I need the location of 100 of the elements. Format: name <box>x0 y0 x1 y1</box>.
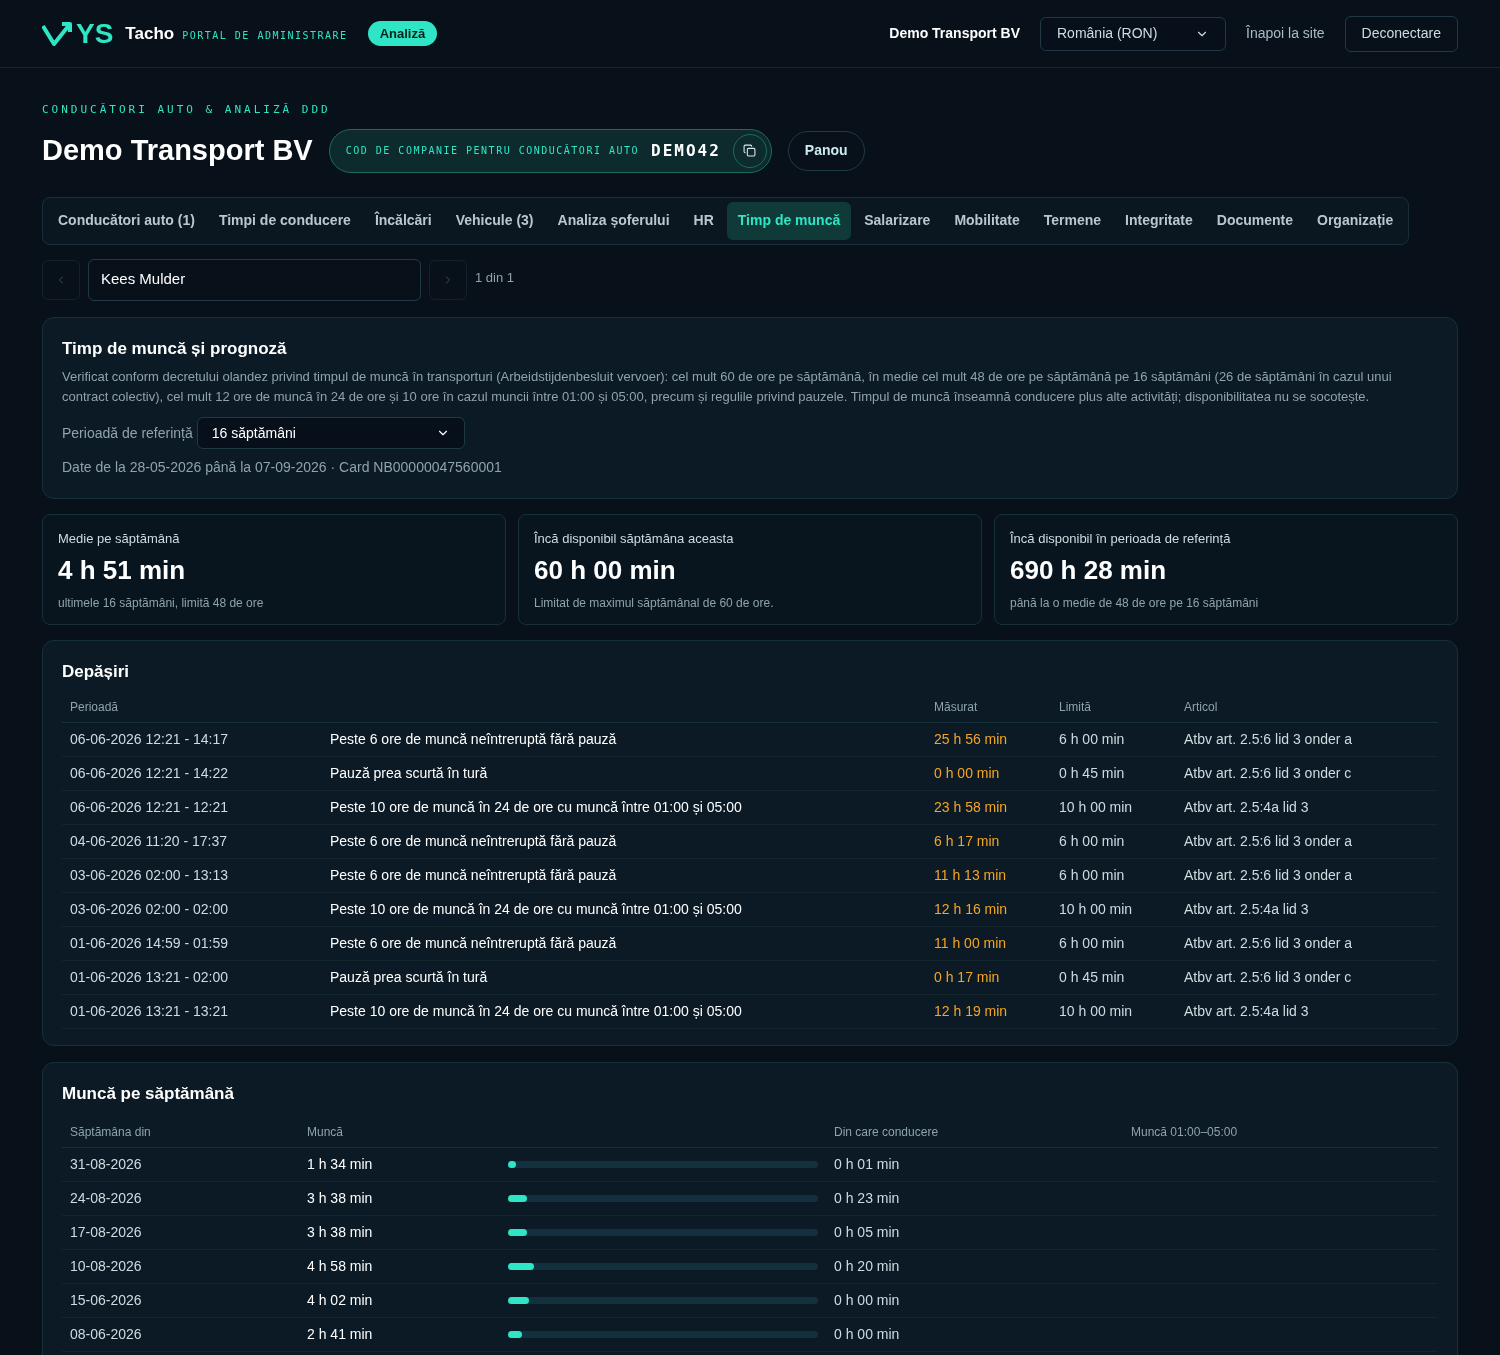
table-cell-text: 0 h 23 min <box>834 1188 901 1208</box>
table-cell-text: Peste 10 ore de muncă în 24 de ore cu muncă între 01:00 și 05:00 <box>330 798 743 817</box>
stat-note: ultimele 16 săptămâni, limită 48 de ore <box>58 594 265 612</box>
country-select[interactable]: România (RON) <box>1040 16 1226 51</box>
company-name: Demo Transport BV <box>889 24 1020 43</box>
tab[interactable]: Conducători auto (1) <box>47 201 206 240</box>
tab[interactable]: Vehicule (3) <box>444 201 545 240</box>
column-header: Din care conducere <box>834 1123 940 1141</box>
table-cell-text: Peste 10 ore de muncă în 24 de ore cu muncă între 01:00 și 05:00 <box>330 1002 743 1021</box>
tab[interactable]: Analiza șoferului <box>546 201 681 240</box>
table-cell-text: 12 h 19 min <box>934 1002 1009 1021</box>
table-cell-text: 01-06-2026 14:59 - 01:59 <box>70 934 229 953</box>
table-cell-text: 17-08-2026 <box>70 1222 143 1242</box>
period-label: Perioadă de referință <box>62 423 193 443</box>
table-cell-text: Atbv art. 2.5:6 lid 3 onder a <box>1184 832 1354 851</box>
table-cell-text: 11 h 13 min <box>934 866 1008 885</box>
page-title: Demo Transport BV <box>42 132 313 168</box>
table-cell-text: 12 h 16 min <box>934 900 1009 919</box>
tab[interactable]: Încălcări <box>363 201 443 240</box>
driver-field[interactable]: Kees Mulder <box>88 258 421 301</box>
table-cell-text: 10-08-2026 <box>70 1256 143 1276</box>
table-cell-text: Peste 6 ore de muncă neîntreruptă fără pauză <box>330 730 618 749</box>
tab[interactable]: Timp de muncă <box>726 201 852 240</box>
table-cell-text: 15-06-2026 <box>70 1290 143 1310</box>
card-title: Muncă pe săptămână <box>62 1083 235 1105</box>
tab[interactable]: Documente <box>1205 201 1304 240</box>
table-cell-text: 6 h 00 min <box>1059 730 1126 749</box>
copy-icon <box>743 144 757 157</box>
column-header: Muncă <box>307 1123 345 1141</box>
tab[interactable]: Termene <box>1032 201 1113 240</box>
table-cell-text: 11 h 00 min <box>934 934 1008 953</box>
table-cell-text: 0 h 45 min <box>1059 968 1126 987</box>
table-cell-text: 6 h 17 min <box>934 832 1001 851</box>
table-cell-text: 6 h 00 min <box>1059 866 1126 885</box>
stat-note: până la o medie de 48 de ore pe 16 săptămâni <box>1010 594 1260 612</box>
table-cell-text: 1 h 34 min <box>307 1154 374 1174</box>
tab[interactable]: Organizație <box>1306 201 1405 240</box>
table-cell-text: Peste 10 ore de muncă în 24 de ore cu muncă între 01:00 și 05:00 <box>330 900 743 919</box>
table-cell-text: 0 h 17 min <box>934 968 1001 987</box>
table-cell-text: Pauză prea scurtă în tură <box>330 764 489 783</box>
table-cell-text: 08-06-2026 <box>70 1324 143 1344</box>
table-cell-text: 4 h 02 min <box>307 1290 374 1310</box>
table-cell-text: 3 h 38 min <box>307 1222 374 1242</box>
table-cell-text: Atbv art. 2.5:4a lid 3 <box>1184 1002 1310 1021</box>
period-select[interactable]: 16 săptămâni <box>196 417 465 449</box>
tab[interactable]: Mobilitate <box>943 201 1031 240</box>
card-title: Depășiri <box>62 660 131 683</box>
table-cell-text: 0 h 00 min <box>834 1324 901 1344</box>
table-cell-text: 0 h 20 min <box>834 1256 901 1276</box>
tab[interactable]: HR <box>682 201 725 240</box>
card-description: Verificat conform decretului olandez privind timpul de muncă în transporturi (Arbeidstijdenbesluit vervoer): cel mult 60 de ore pe săptămână, în medie cel mult 48 de ore pe săptămână pe 16 săptămâni (26 de săptămâni în cazul unui contract colectiv), cel mult 12 ore de muncă în 24 de ore și 10 ore în cazul muncii între 01:00 și 05:00, precum și regulile privind pauzele. Timpul de muncă înseamnă conducere plus alte activități; disponibilitatea nu se socotește. <box>62 368 1393 406</box>
table-cell-text: Atbv art. 2.5:6 lid 3 onder a <box>1184 730 1354 749</box>
table-cell-text: 01-06-2026 13:21 - 02:00 <box>70 968 229 987</box>
table-cell-text: 06-06-2026 12:21 - 14:17 <box>70 730 229 749</box>
table-cell-text: Atbv art. 2.5:4a lid 3 <box>1184 798 1310 817</box>
code-label: COD DE COMPANIE PENTRU CONDUCĂTORI AUTO <box>345 143 640 158</box>
table-cell-text: Pauză prea scurtă în tură <box>330 968 489 987</box>
table-cell-text: 03-06-2026 02:00 - 13:13 <box>70 866 229 885</box>
table-cell-text: 0 h 05 min <box>834 1222 901 1242</box>
tab[interactable]: Integritate <box>1114 201 1204 240</box>
column-header: Săptămâna din <box>70 1123 152 1141</box>
table-cell-text: 6 h 00 min <box>1059 832 1126 851</box>
table-cell-text: 2 h 41 min <box>307 1324 374 1344</box>
table-cell-text: 10 h 00 min <box>1059 900 1134 919</box>
table-cell-text: 0 h 01 min <box>834 1154 901 1174</box>
table-cell-text: 10 h 00 min <box>1059 798 1134 817</box>
page-count: 1 din 1 <box>475 268 515 287</box>
logo-text: YS <box>76 19 114 48</box>
tab[interactable]: Timpi de conducere <box>207 201 362 240</box>
stat-value: 690 h 28 min <box>1010 553 1168 587</box>
back-to-site-link[interactable]: Înapoi la site <box>1246 23 1325 44</box>
table-cell-text: Peste 6 ore de muncă neîntreruptă fără pauză <box>330 832 618 851</box>
tab[interactable]: Salarizare <box>853 201 942 240</box>
stat-label: Încă disponibil săptămâna aceasta <box>534 530 735 548</box>
table-cell-text: Atbv art. 2.5:6 lid 3 onder c <box>1184 764 1353 783</box>
table-cell-text: 10 h 00 min <box>1059 1002 1134 1021</box>
stat-label: Încă disponibil în perioada de referință <box>1010 530 1232 548</box>
table-cell-text: 06-06-2026 12:21 - 14:22 <box>70 764 229 783</box>
code-value: DEMO42 <box>651 139 721 162</box>
logout-button[interactable]: Deconectare <box>1344 15 1458 52</box>
table-cell-text: 0 h 45 min <box>1059 764 1126 783</box>
table-cell-text: 03-06-2026 02:00 - 02:00 <box>70 900 229 919</box>
table-cell-text: 24-08-2026 <box>70 1188 143 1208</box>
logo-arrow-icon <box>42 21 72 46</box>
brand-name: Tacho <box>125 22 175 45</box>
stat-label: Medie pe săptămână <box>58 530 181 548</box>
data-range: Date de la 28-05-2026 până la 07-09-2026 · Card NB00000047560001 <box>62 458 503 477</box>
table-cell-text: 3 h 38 min <box>307 1188 374 1208</box>
table-cell-text: 25 h 56 min <box>934 730 1009 749</box>
column-header: Perioadă <box>70 699 120 716</box>
portal-label: PORTAL DE ADMINISTRARE <box>182 29 348 43</box>
table-cell-text: 04-06-2026 11:20 - 17:37 <box>70 832 228 851</box>
table-cell-text: Atbv art. 2.5:6 lid 3 onder a <box>1184 934 1354 953</box>
stat-note: Limitat de maximul săptămânal de 60 de ore. <box>534 594 775 612</box>
table-cell-text: 6 h 00 min <box>1059 934 1126 953</box>
table-cell-text: Peste 6 ore de muncă neîntreruptă fără pauză <box>330 866 618 885</box>
table-cell-text: 31-08-2026 <box>70 1154 143 1174</box>
table-cell-text: 0 h 00 min <box>834 1290 901 1310</box>
column-header: Limită <box>1059 699 1092 716</box>
table-cell-text: Atbv art. 2.5:6 lid 3 onder c <box>1184 968 1353 987</box>
